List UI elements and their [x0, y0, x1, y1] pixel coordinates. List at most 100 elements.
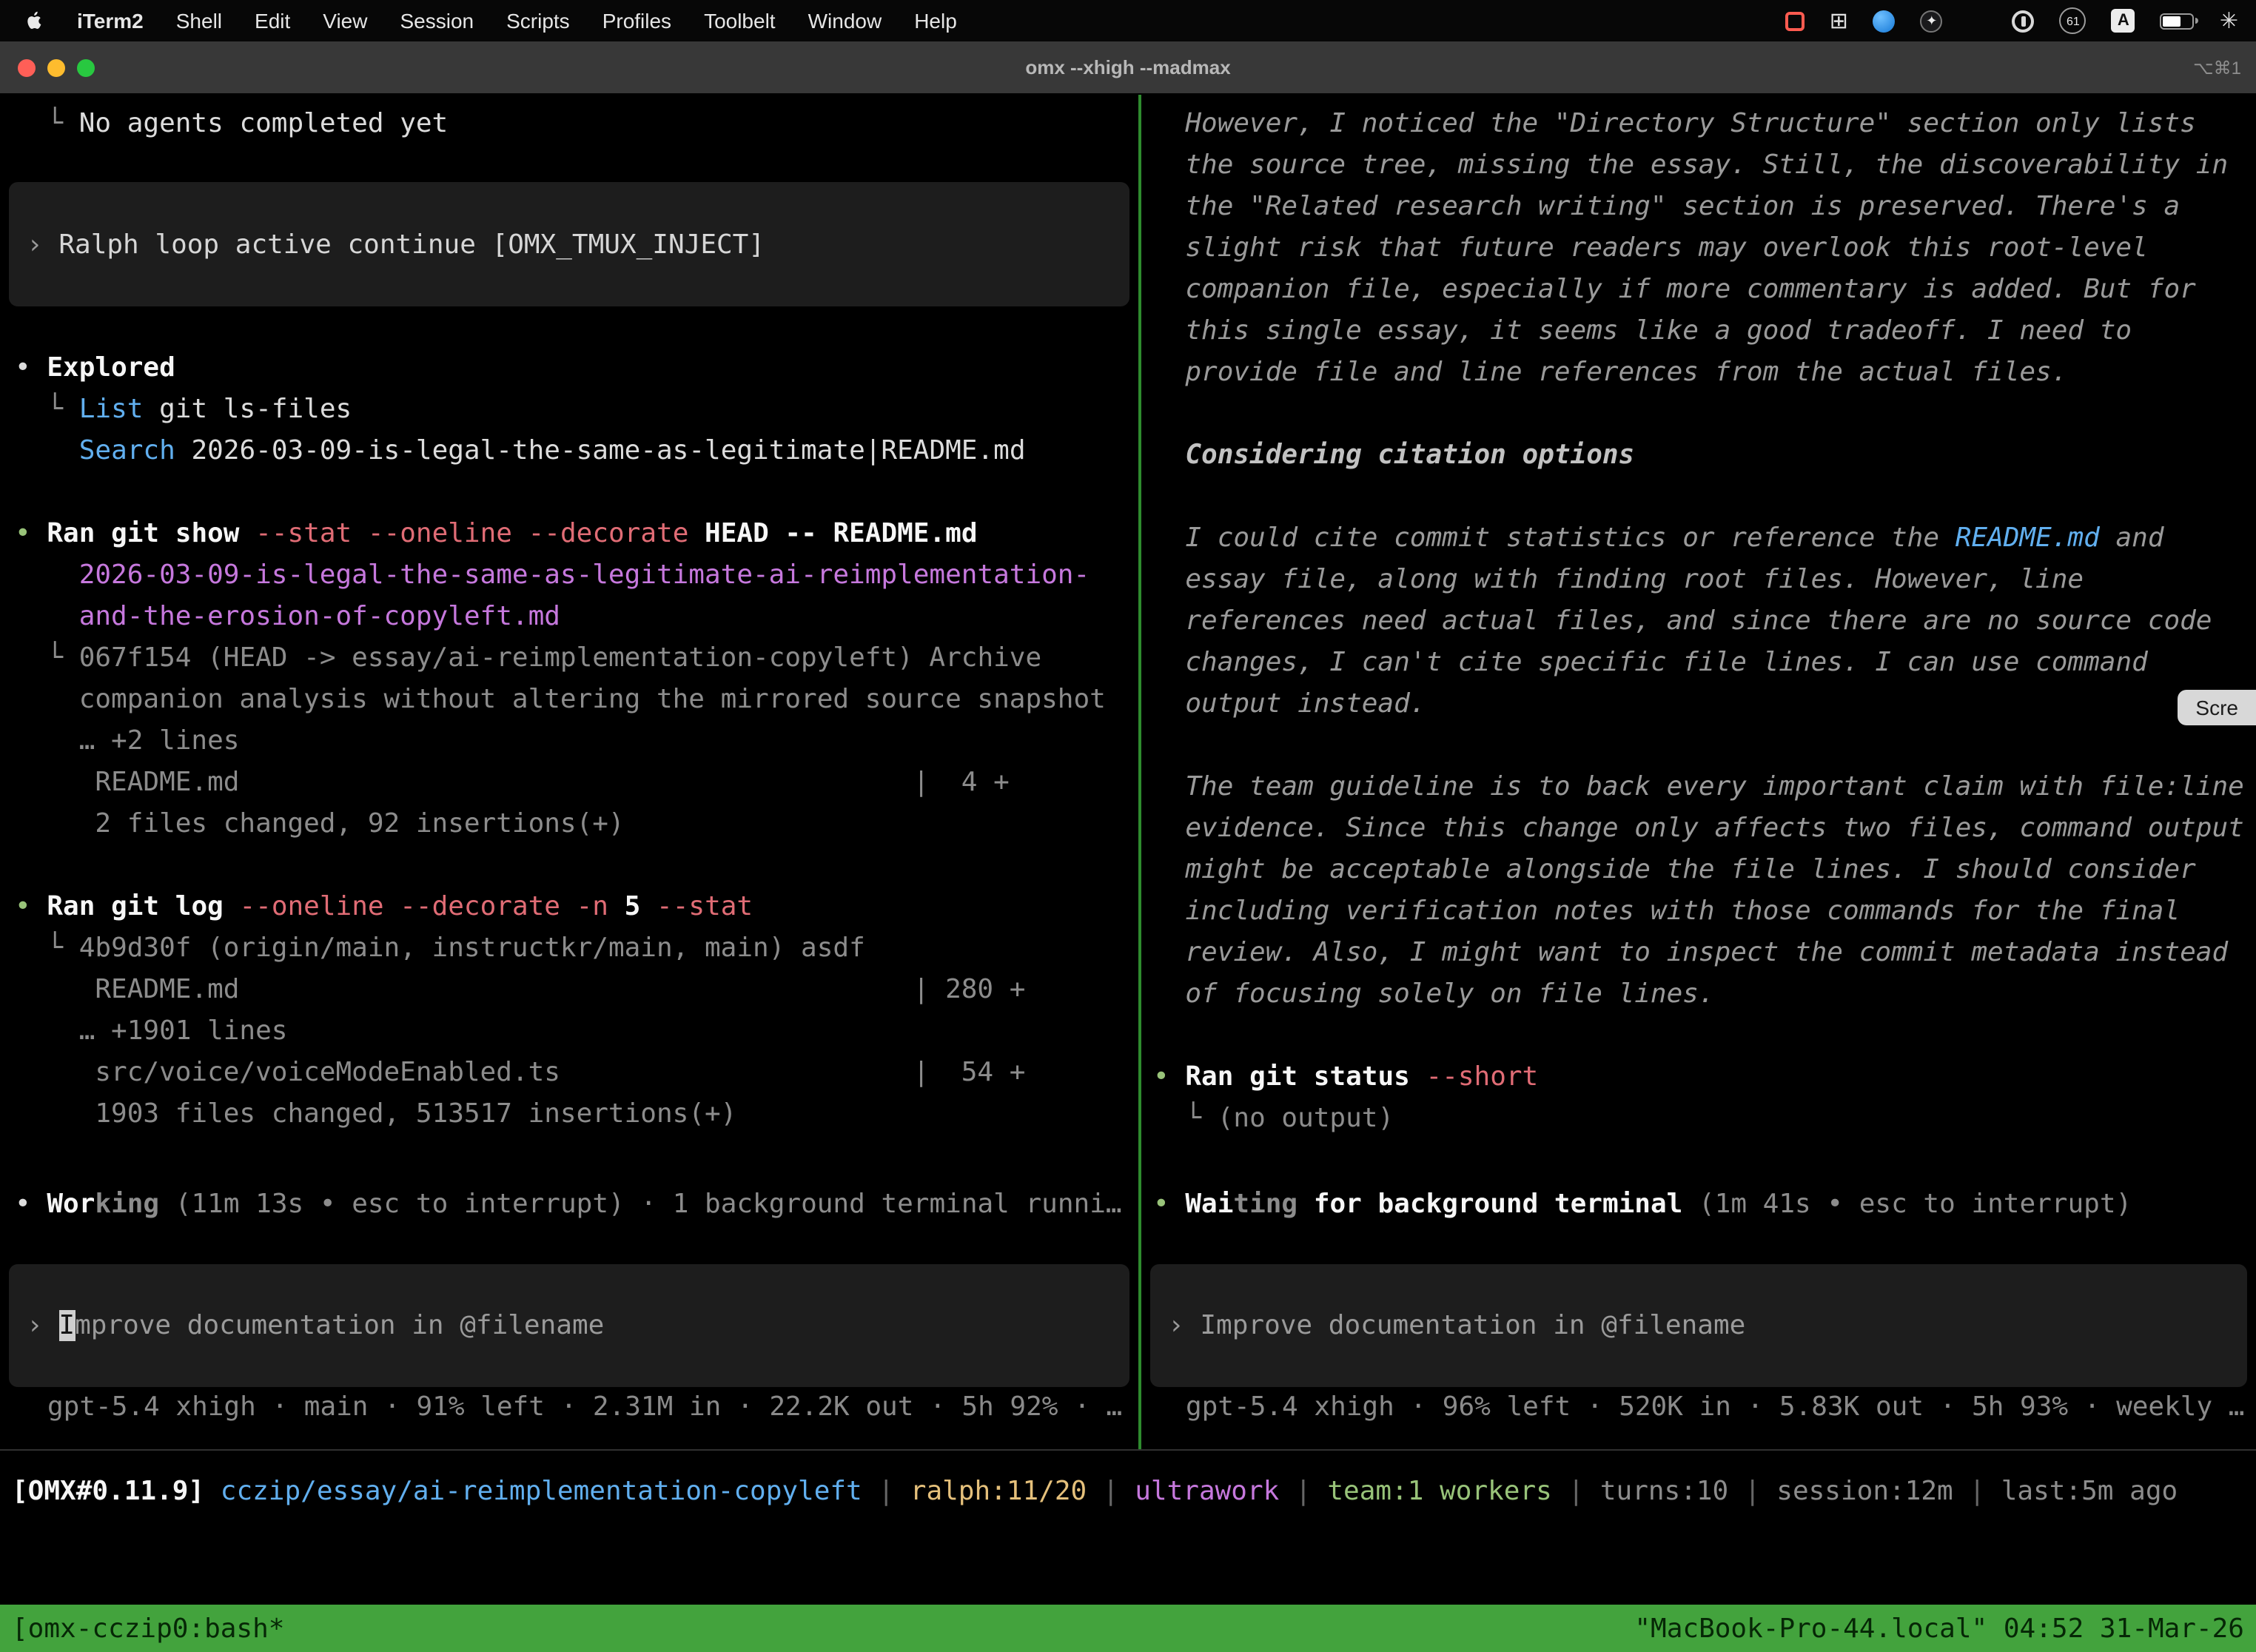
menu-item-iterm2[interactable]: iTerm2 — [62, 9, 158, 33]
menu-items: iTerm2 Shell Edit View Session Scripts P… — [18, 9, 972, 33]
terminal-line: references need actual files, and since … — [1153, 601, 2256, 642]
terminal-line: src/voice/voiceModeEnabled.ts | 54 + — [15, 1052, 1138, 1094]
left-pane[interactable]: └ No agents completed yet › Ralph loop a… — [0, 95, 1138, 1449]
ralph-inject-banner: › Ralph loop active continue [OMX_TMUX_I… — [9, 182, 1129, 306]
left-prompt-input[interactable]: › Improve documentation in @filename — [9, 1264, 1129, 1387]
terminal-line — [1153, 394, 2256, 435]
terminal-line: The team guideline is to back every impo… — [1153, 767, 2256, 808]
terminal-line: README.md | 4 + — [15, 762, 1138, 804]
terminal-line: of focusing solely on file lines. — [1153, 974, 2256, 1015]
left-lines-top: └ No agents completed yet — [15, 104, 1138, 145]
menu-item-toolbelt[interactable]: Toolbelt — [689, 9, 790, 33]
terminal-line: • Explored — [15, 348, 1138, 389]
terminal-line: … +2 lines — [15, 721, 1138, 762]
banner-prompt: › — [27, 229, 43, 260]
terminal-line — [1153, 1015, 2256, 1057]
terminal-line — [15, 845, 1138, 887]
menu-item-session[interactable]: Session — [385, 9, 489, 33]
terminal-line: slight risk that future readers may over… — [1153, 228, 2256, 269]
right-pane[interactable]: However, I noticed the "Directory Struct… — [1141, 95, 2256, 1449]
blue-app-icon[interactable] — [1873, 10, 1896, 32]
terminal-line — [1153, 477, 2256, 518]
terminal-line: review. Also, I might want to inspect th… — [1153, 933, 2256, 974]
tmux-host-clock-label: "MacBook-Pro-44.local" 04:52 31-Mar-26 — [1634, 1613, 2244, 1644]
terminal-line: • Ran git log --oneline --decorate -n 5 … — [15, 887, 1138, 928]
terminal-line: └ List git ls-files — [15, 389, 1138, 431]
terminal-line: the source tree, missing the essay. Stil… — [1153, 145, 2256, 187]
left-activity-line: • Working (11m 13s • esc to interrupt) ·… — [15, 1184, 1138, 1226]
terminal-line: However, I noticed the "Directory Struct… — [1153, 104, 2256, 145]
traffic-lights — [0, 58, 95, 76]
terminal-line: README.md | 280 + — [15, 970, 1138, 1011]
terminal-line: including verification notes with those … — [1153, 891, 2256, 933]
window-title: omx --xhigh --madmax — [0, 56, 2256, 78]
terminal-line: might be acceptable alongside the file l… — [1153, 850, 2256, 891]
menu-item-window[interactable]: Window — [793, 9, 897, 33]
close-window-button[interactable] — [18, 58, 36, 76]
fan-icon[interactable]: ✳ — [2220, 10, 2238, 32]
terminal-line: I could cite commit statistics or refere… — [1153, 518, 2256, 560]
terminal-line: … +1901 lines — [15, 1011, 1138, 1052]
terminal-line: this single essay, it seems like a good … — [1153, 311, 2256, 352]
terminal-line: • Working (11m 13s • esc to interrupt) ·… — [15, 1184, 1138, 1226]
right-lines: However, I noticed the "Directory Struct… — [1153, 104, 2256, 1140]
right-activity-line: • Waiting for background terminal (1m 41… — [1153, 1184, 2256, 1226]
terminal-line: provide file and line references from th… — [1153, 352, 2256, 394]
minimize-window-button[interactable] — [47, 58, 65, 76]
apple-menu-icon[interactable] — [18, 9, 59, 33]
left-model-status: gpt-5.4 xhigh · main · 91% left · 2.31M … — [15, 1387, 1138, 1428]
screen: iTerm2 Shell Edit View Session Scripts P… — [0, 0, 2256, 1652]
terminal-line: • Ran git status --short — [1153, 1057, 2256, 1098]
window-title-bar[interactable]: omx --xhigh --madmax ⌥⌘1 — [0, 41, 2256, 95]
menu-item-scripts[interactable]: Scripts — [491, 9, 585, 33]
battery-percent-badge[interactable]: 61 — [2060, 7, 2087, 34]
input-text: Improve documentation in @filename — [1200, 1310, 1745, 1341]
battery-icon[interactable] — [2161, 13, 2195, 29]
menu-item-help[interactable]: Help — [899, 9, 972, 33]
terminal-line — [1153, 725, 2256, 767]
tmux-status-bar: [omx-cczip0:bash* "MacBook-Pro-44.local"… — [0, 1605, 2256, 1652]
prompt-chevron: › — [1168, 1310, 1200, 1341]
screen-recording-icon[interactable] — [1785, 11, 1805, 30]
zoom-window-button[interactable] — [77, 58, 95, 76]
terminal-line: the "Related research writing" section i… — [1153, 187, 2256, 228]
terminal-line: └ 067f154 (HEAD -> essay/ai-reimplementa… — [15, 638, 1138, 679]
dark-app-icon[interactable]: ✦ — [1921, 10, 1943, 32]
terminal-line: └ No agents completed yet — [15, 104, 1138, 145]
terminal-line: Search 2026-03-09-is-legal-the-same-as-l… — [15, 431, 1138, 472]
terminal-line: and-the-erosion-of-copyleft.md — [15, 597, 1138, 638]
window-grid-icon[interactable]: ⊞ — [1830, 10, 1848, 32]
terminal-line: 2 files changed, 92 insertions(+) — [15, 804, 1138, 845]
right-prompt-input[interactable]: › Improve documentation in @filename — [1150, 1264, 2247, 1387]
left-lines: • Explored └ List git ls-files Search 20… — [15, 348, 1138, 1135]
terminal-line: • Waiting for background terminal (1m 41… — [1153, 1184, 2256, 1226]
input-text: mprove documentation in @filename — [75, 1310, 604, 1341]
keyhole-icon[interactable] — [2012, 10, 2035, 32]
screen-share-chip[interactable]: Scre — [2178, 690, 2256, 725]
terminal-area: └ No agents completed yet › Ralph loop a… — [0, 95, 2256, 1449]
menu-item-shell[interactable]: Shell — [161, 9, 237, 33]
terminal-line: 2026-03-09-is-legal-the-same-as-legitima… — [15, 555, 1138, 597]
omx-status-line: [OMX#0.11.9] cczip/essay/ai-reimplementa… — [12, 1471, 2256, 1513]
tmux-session-label: [omx-cczip0:bash* — [12, 1613, 284, 1644]
menu-item-view[interactable]: View — [308, 9, 382, 33]
right-scrollback: However, I noticed the "Directory Struct… — [1141, 95, 2256, 1184]
terminal-line: └ (no output) — [1153, 1098, 2256, 1140]
right-bottom-group: • Waiting for background terminal (1m 41… — [1141, 1184, 2256, 1449]
terminal-line: 1903 files changed, 513517 insertions(+) — [15, 1094, 1138, 1135]
prompt-chevron: › — [27, 1310, 58, 1341]
terminal-line: Considering citation options — [1153, 435, 2256, 477]
apps-grid-icon[interactable] — [1968, 11, 1987, 30]
terminal-line: essay file, along with finding root file… — [1153, 560, 2256, 601]
left-bottom-group: • Working (11m 13s • esc to interrupt) ·… — [0, 1184, 1138, 1449]
right-model-status: gpt-5.4 xhigh · 96% left · 520K in · 5.8… — [1153, 1387, 2256, 1428]
terminal-line: output instead. — [1153, 684, 2256, 725]
terminal-line: evidence. Since this change only affects… — [1153, 808, 2256, 850]
terminal-line: └ 4b9d30f (origin/main, instructkr/main,… — [15, 928, 1138, 970]
menu-item-edit[interactable]: Edit — [240, 9, 305, 33]
menu-item-profiles[interactable]: Profiles — [588, 9, 686, 33]
macos-menu-bar: iTerm2 Shell Edit View Session Scripts P… — [0, 0, 2256, 41]
input-source-icon[interactable]: A — [2112, 9, 2135, 33]
terminal-line: • Ran git show --stat --oneline --decora… — [15, 514, 1138, 555]
menu-status-icons: ⊞ ✦ 61 A ✳ — [1785, 7, 2238, 34]
